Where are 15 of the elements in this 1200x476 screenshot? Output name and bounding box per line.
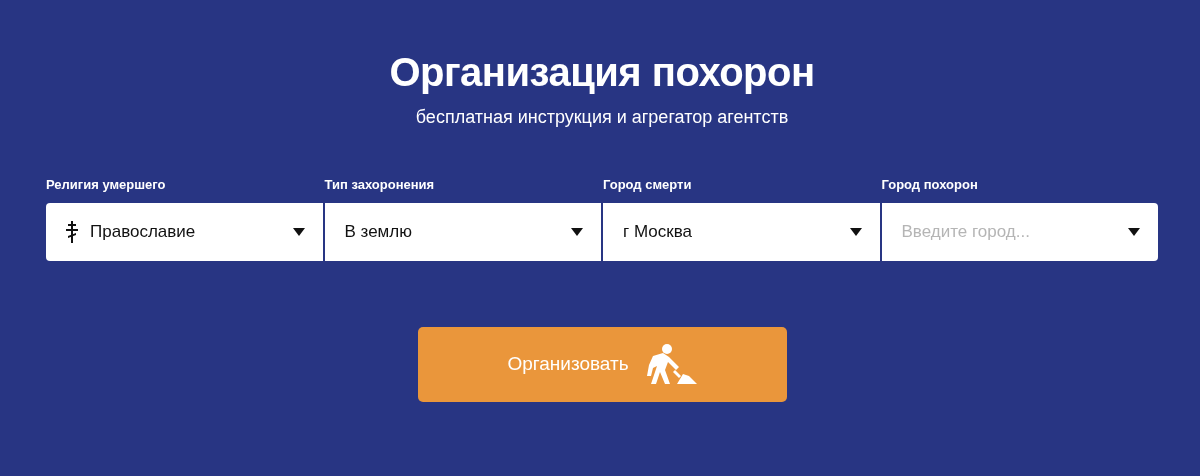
select-field[interactable]: г Москва <box>603 202 880 261</box>
caret-icon <box>849 227 862 236</box>
cross-icon <box>66 220 78 243</box>
caret-icon <box>292 227 305 236</box>
select-field[interactable]: В землю <box>324 202 601 261</box>
caret-icon <box>571 227 583 236</box>
field-label: Тип захоронения <box>324 176 436 194</box>
field-label: Город похорон <box>881 176 979 194</box>
page-subtitle: бесплатная инструкция и агрегатор агентств <box>414 106 790 129</box>
page-title: Организация похорон <box>388 49 816 96</box>
worker-shoveling-icon <box>644 344 697 384</box>
select-field[interactable]: Православие <box>46 202 323 261</box>
caret-icon <box>1128 227 1140 236</box>
field-label: Религия умершего <box>46 176 167 194</box>
field-label: Город смерти <box>603 176 693 194</box>
